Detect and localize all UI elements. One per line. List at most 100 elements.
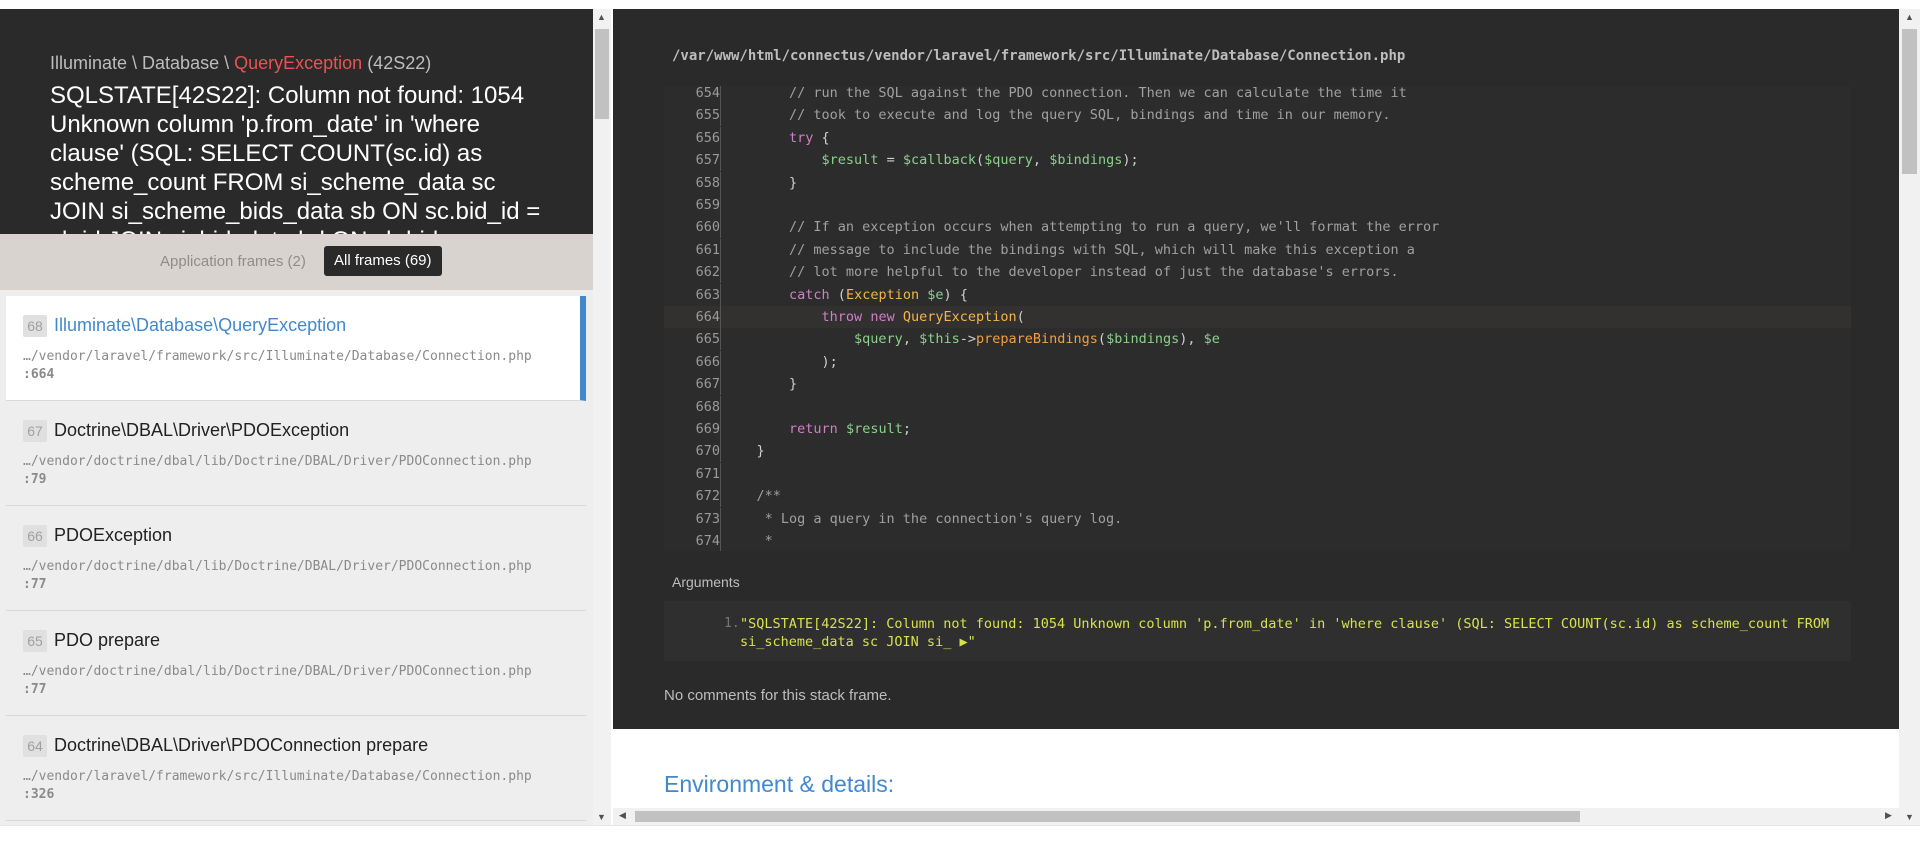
- code-line: 657 $result = $callback($query, $binding…: [664, 149, 1851, 172]
- code-token: }: [724, 174, 798, 191]
- frame-index: 68: [23, 315, 47, 337]
- code-keyword: catch: [789, 286, 830, 303]
- code-function: prepareBindings: [976, 331, 1098, 348]
- argument-value[interactable]: "SQLSTATE[42S22]: Column not found: 1054…: [740, 615, 1830, 651]
- code-block: 654 // run the SQL against the PDO conne…: [664, 86, 1851, 551]
- code-line: 669 return $result;: [664, 418, 1851, 440]
- frame-index: 65: [23, 630, 47, 652]
- frame-line: :77: [23, 577, 47, 592]
- code-panel: /var/www/html/connectus/vendor/laravel/f…: [613, 9, 1899, 729]
- code-token: ) {: [943, 286, 968, 303]
- line-number: 673: [664, 507, 721, 530]
- line-number: 667: [664, 373, 721, 396]
- frame-tabs: Application frames (2) All frames (69): [0, 234, 593, 290]
- code-token: * Log a query in the connection's query …: [724, 510, 1123, 527]
- line-number: 654: [664, 86, 721, 104]
- code-variable: $bindings: [1106, 331, 1180, 348]
- code-line: 664 throw new QueryException(: [664, 306, 1851, 328]
- code-text: // lot more helpful to the developer ins…: [724, 261, 1399, 283]
- environment-title: Environment & details:: [664, 771, 895, 797]
- exception-message: SQLSTATE[42S22]: Column not found: 1054 …: [50, 82, 541, 234]
- code-variable: $result: [821, 152, 879, 169]
- line-number: 670: [664, 440, 721, 463]
- right-scrollbar-thumb[interactable]: [1902, 29, 1917, 174]
- frame-item[interactable]: 65 PDO prepare …/vendor/doctrine/dbal/li…: [6, 611, 586, 716]
- code-text: catch (Exception $e) {: [724, 284, 968, 306]
- line-number: 663: [664, 283, 721, 306]
- code-variable: $callback: [902, 152, 976, 169]
- code-text: );: [724, 351, 838, 373]
- code-text: }: [724, 172, 797, 194]
- frame-line: :79: [23, 472, 47, 487]
- frame-item[interactable]: 67 Doctrine\DBAL\Driver\PDOException …/v…: [6, 401, 586, 506]
- frame-comments: No comments for this stack frame.: [664, 687, 892, 704]
- argument-number: 1.: [724, 616, 740, 631]
- code-token: *: [724, 533, 773, 549]
- line-number: 662: [664, 261, 721, 284]
- code-line: 660 // If an exception occurs when attem…: [664, 216, 1851, 239]
- arguments-box: 1. "SQLSTATE[42S22]: Column not found: 1…: [664, 601, 1851, 661]
- code-line: 671: [664, 462, 1851, 485]
- frame-file: …/vendor/doctrine/dbal/lib/Doctrine/DBAL…: [23, 559, 532, 574]
- code-text: $result = $callback($query, $bindings);: [724, 149, 1139, 171]
- code-variable: $e: [1203, 331, 1220, 348]
- code-text: *: [724, 530, 773, 551]
- frame-index: 67: [23, 420, 47, 442]
- line-number: 660: [664, 216, 721, 239]
- code-line: 666 );: [664, 350, 1851, 373]
- code-line: 670 }: [664, 440, 1851, 463]
- scroll-down-icon[interactable]: ▼: [1905, 812, 1914, 822]
- scroll-right-icon[interactable]: ▶: [1885, 810, 1892, 821]
- frame-class: Doctrine\DBAL\Driver\PDOConnection prepa…: [54, 735, 429, 755]
- frame-line: :326: [23, 787, 55, 802]
- horizontal-scrollbar-thumb[interactable]: [635, 811, 1580, 822]
- browser-top-edge: [0, 0, 1920, 9]
- code-text: // run the SQL against the PDO connectio…: [724, 86, 1407, 104]
- code-keyword: return: [789, 421, 838, 437]
- code-line: 674 *: [664, 530, 1851, 551]
- code-variable: $query: [854, 331, 903, 348]
- code-token: (: [829, 286, 846, 303]
- code-text: /**: [724, 485, 781, 507]
- scroll-left-icon[interactable]: ◀: [619, 810, 626, 821]
- scroll-up-icon[interactable]: ▲: [1905, 12, 1914, 22]
- scroll-down-icon[interactable]: ▼: [597, 812, 606, 822]
- code-token: // If an exception occurs when attemptin…: [724, 219, 1440, 236]
- frame-file: …/vendor/laravel/framework/src/Illuminat…: [23, 349, 532, 364]
- code-line: 667 }: [664, 373, 1851, 396]
- code-file-path[interactable]: /var/www/html/connectus/vendor/laravel/f…: [672, 48, 1405, 64]
- code-token: ),: [1179, 331, 1204, 348]
- line-number: 664: [664, 306, 721, 328]
- code-keyword: try: [789, 129, 814, 146]
- tab-application-frames[interactable]: Application frames (2): [160, 253, 306, 270]
- frame-file: …/vendor/doctrine/dbal/lib/Doctrine/DBAL…: [23, 664, 532, 679]
- exception-class: Illuminate \ Database \ QueryException (…: [50, 53, 431, 74]
- line-number: 658: [664, 171, 721, 194]
- left-scrollbar-thumb[interactable]: [595, 29, 609, 119]
- right-scrollbar[interactable]: ▲ ▼: [1899, 9, 1920, 825]
- code-class: QueryException: [902, 309, 1017, 325]
- frame-class: PDO prepare: [54, 630, 161, 650]
- frame-item[interactable]: 64 Doctrine\DBAL\Driver\PDOConnection pr…: [6, 716, 586, 821]
- scroll-up-icon[interactable]: ▲: [597, 12, 606, 22]
- frame-item[interactable]: 68 Illuminate\Database\QueryException …/…: [6, 296, 586, 401]
- code-token: }: [724, 376, 798, 393]
- code-line: 673 * Log a query in the connection's qu…: [664, 507, 1851, 530]
- exception-header: Illuminate \ Database \ QueryException (…: [0, 9, 593, 234]
- horizontal-scrollbar[interactable]: ◀ ▶: [613, 808, 1899, 825]
- line-number: 659: [664, 194, 721, 216]
- tab-all-frames[interactable]: All frames (69): [324, 246, 442, 276]
- left-scrollbar[interactable]: ▲ ▼: [593, 9, 611, 825]
- line-number: 661: [664, 238, 721, 261]
- code-token: }: [724, 443, 765, 460]
- code-line: 668: [664, 395, 1851, 418]
- frame-file: …/vendor/doctrine/dbal/lib/Doctrine/DBAL…: [23, 454, 532, 469]
- frame-item[interactable]: 66 PDOException …/vendor/doctrine/dbal/l…: [6, 506, 586, 611]
